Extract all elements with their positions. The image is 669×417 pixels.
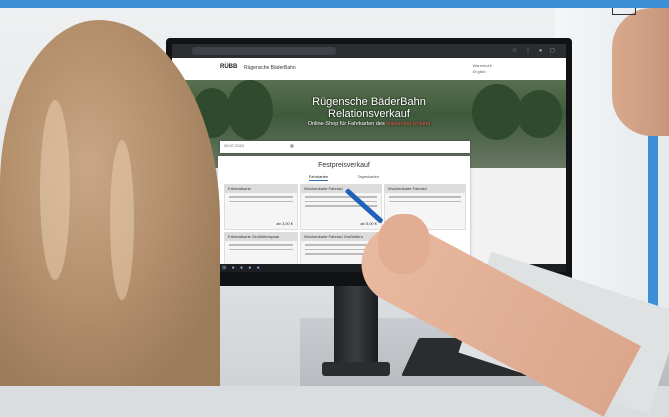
date-field[interactable]: 09.07.2024 <box>224 143 244 148</box>
hero-banner: Rügensche BäderBahn Relationsverkauf Onl… <box>172 80 566 168</box>
hand <box>378 214 430 274</box>
person-face-right <box>612 8 669 136</box>
tab-day-tickets[interactable]: Tageskarten <box>357 174 379 180</box>
site-header: RÜBB Rügensche BäderBahn Warenkorb Engli… <box>172 58 566 80</box>
ticket-card[interactable]: Fahrradkarte Großelternpaar <box>224 232 298 268</box>
tab-tickets[interactable]: Fahrkarten <box>308 174 329 181</box>
panel-title: Festpreisverkauf <box>318 162 370 169</box>
monitor-screen: ☆ ⋮ ● ◻ RÜBB Rügensche BäderBahn Warenko… <box>172 44 566 272</box>
taskbar-icons[interactable]: ⊞ ● ● ● ● <box>222 265 262 271</box>
browser-toolbar: ☆ ⋮ ● ◻ <box>172 44 566 58</box>
top-accent-bar <box>0 0 669 8</box>
monitor-stand-base <box>322 362 390 376</box>
tab-bar: Fahrkarten Tageskarten <box>218 174 470 181</box>
site-logo[interactable]: RÜBB <box>220 64 237 70</box>
search-bar[interactable]: 09.07.2024 ▦ <box>220 141 470 153</box>
browser-icons: ☆ ⋮ ● ◻ <box>512 48 558 54</box>
site-name: Rügensche BäderBahn <box>244 65 296 71</box>
hero-subtitle: Online-Shop für Fahrkarten des Rasenden … <box>307 121 431 127</box>
card-price: ab 3,00 € <box>276 221 293 226</box>
ticket-card[interactable]: Fahrradkarte ab 3,00 € <box>224 184 298 230</box>
hair-highlight <box>40 100 70 280</box>
hair-highlight <box>110 140 134 300</box>
calendar-icon[interactable]: ▦ <box>290 143 294 148</box>
header-links: Warenkorb English <box>473 63 492 75</box>
blue-pole <box>648 120 658 320</box>
glasses <box>612 8 636 15</box>
hero-title: Rügensche BäderBahn Relationsverkauf <box>312 96 426 120</box>
browser-address-bar[interactable] <box>192 47 336 55</box>
language-link[interactable]: English <box>473 69 492 75</box>
card-price: ab 5,00 € <box>360 221 377 226</box>
